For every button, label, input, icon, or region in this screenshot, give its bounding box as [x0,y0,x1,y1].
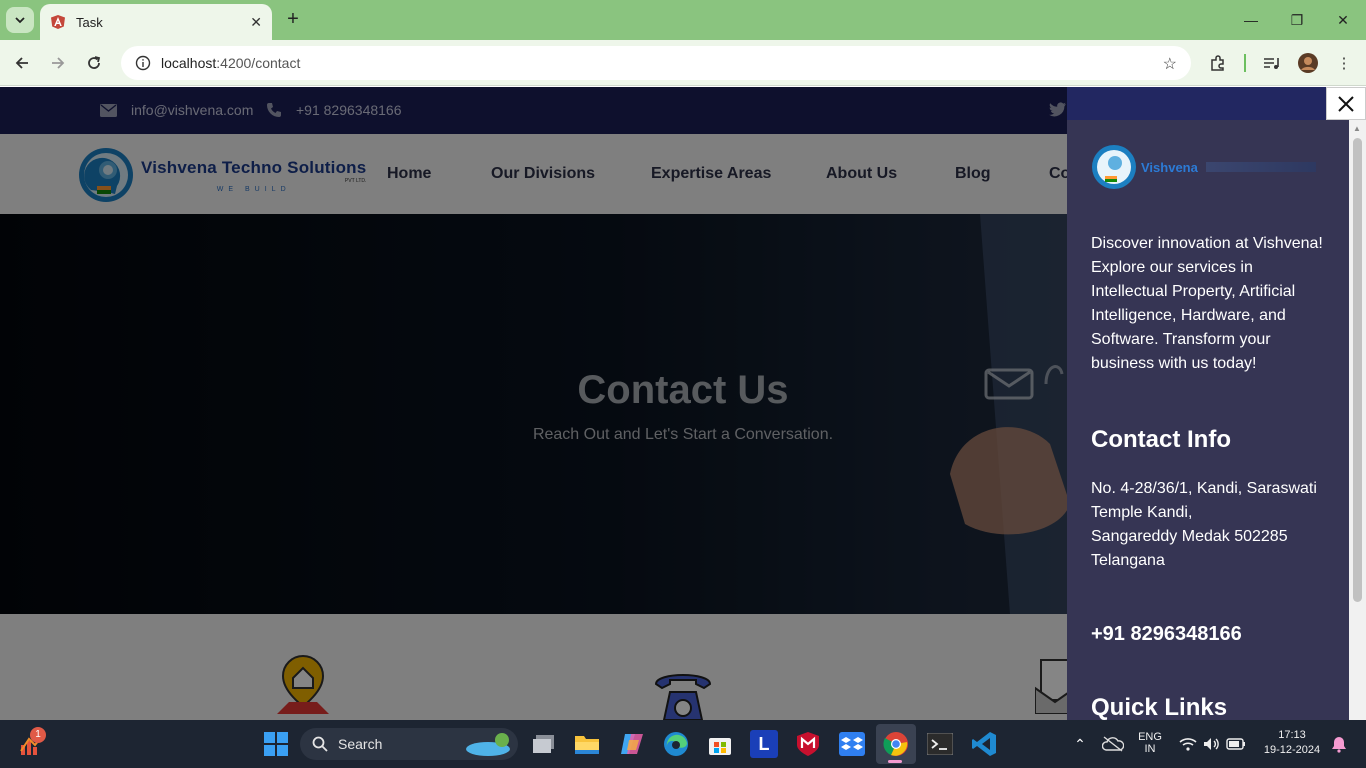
forward-button[interactable] [45,50,71,76]
language-line-1: ENG [1138,731,1162,743]
contact-info-heading: Contact Info [1091,426,1231,453]
page-viewport: info@vishvena.com +91 8296348166 Vishven… [0,87,1366,720]
url-host: localhost [161,55,217,71]
vscode-icon[interactable] [970,730,998,758]
address-line-2: Sangareddy Medak 502285 [1091,528,1288,545]
search-highlight-icon [466,733,510,756]
side-panel-logo: Vishvena [1091,144,1316,190]
l-app-icon[interactable]: L [750,730,778,758]
info-icon[interactable] [135,55,151,71]
side-panel-phone[interactable]: +91 8296348166 [1091,623,1242,646]
url-text: localhost:4200/contact [161,55,300,71]
battery-icon[interactable] [1222,730,1250,758]
address-line-1: No. 4-28/36/1, Kandi, Saraswati Temple K… [1091,480,1317,521]
clock[interactable]: 17:13 19-12-2024 [1256,729,1328,756]
side-panel-logo-wordmark [1205,162,1316,172]
side-panel-intro: Discover innovation at Vishvena! Explore… [1091,235,1323,372]
clock-time: 17:13 [1278,729,1306,741]
address-line-3: Telangana [1091,552,1165,569]
task-view-icon[interactable] [530,730,558,758]
tab-title: Task [76,14,103,30]
file-explorer-icon[interactable] [573,730,601,758]
toolbar-divider [1244,54,1246,72]
tab-close-icon[interactable]: ✕ [250,14,262,31]
tab-strip: Task ✕ + — ❐ ✕ [0,0,1366,40]
side-panel-header [1067,87,1326,120]
taskbar-search[interactable]: Search [300,728,518,760]
chrome-active-indicator [888,760,902,763]
close-icon [1338,95,1354,112]
new-tab-button[interactable]: + [282,8,304,30]
tray-chevron-up-icon[interactable]: ⌃ [1066,730,1094,758]
address-bar[interactable]: localhost:4200/contact ☆ [121,46,1191,80]
restore-button[interactable]: ❐ [1274,0,1320,40]
arrow-right-icon [52,57,65,69]
side-panel-logo-name: Vishvena [1141,159,1198,175]
chrome-icon[interactable] [882,730,910,758]
copilot-icon[interactable] [618,730,646,758]
quick-links-heading: Quick Links [1091,694,1228,720]
reload-icon [88,56,101,69]
url-path: :4200/contact [216,55,301,71]
reload-button[interactable] [81,50,107,76]
side-panel-scrollbar[interactable]: ▲ [1349,120,1366,720]
extensions-icon[interactable] [1207,52,1229,74]
clock-date: 19-12-2024 [1263,744,1321,756]
windows-logo-icon [264,732,288,756]
scroll-up-arrow-icon[interactable]: ▲ [1353,124,1361,133]
onedrive-icon[interactable] [1099,730,1127,758]
notification-bell-icon[interactable] [1325,730,1353,758]
terminal-icon[interactable] [926,730,954,758]
bookmark-star-icon[interactable]: ☆ [1163,54,1177,74]
brain-logo-icon [1092,145,1136,189]
language-indicator[interactable]: ENG IN [1136,731,1164,755]
minimize-button[interactable]: — [1228,0,1274,40]
scrollbar-thumb[interactable] [1353,138,1362,602]
chevron-down-icon [15,17,25,24]
media-control-icon[interactable] [1260,52,1282,74]
start-button[interactable] [262,730,290,758]
dropbox-icon[interactable] [838,730,866,758]
angular-favicon-icon [51,15,65,29]
tab-search-button[interactable] [6,7,34,33]
edge-icon[interactable] [662,730,690,758]
arrow-left-icon [15,57,28,69]
taskbar-search-label: Search [338,736,383,752]
mcafee-icon[interactable] [794,730,822,758]
back-button[interactable] [9,50,35,76]
language-line-2: IN [1144,743,1156,755]
side-panel: Vishvena Discover innovation at Vishvena… [1067,87,1366,720]
browser-tab[interactable]: Task ✕ [40,4,272,40]
profile-avatar[interactable] [1297,52,1319,74]
browser-toolbar: localhost:4200/contact ☆ ⋮ [0,40,1366,86]
side-panel-close-button[interactable] [1326,87,1366,120]
search-icon [312,736,328,752]
widgets-badge: 1 [30,727,46,743]
window-close-button[interactable]: ✕ [1320,0,1366,40]
browser-menu-icon[interactable]: ⋮ [1333,52,1355,74]
microsoft-store-icon[interactable] [706,730,734,758]
